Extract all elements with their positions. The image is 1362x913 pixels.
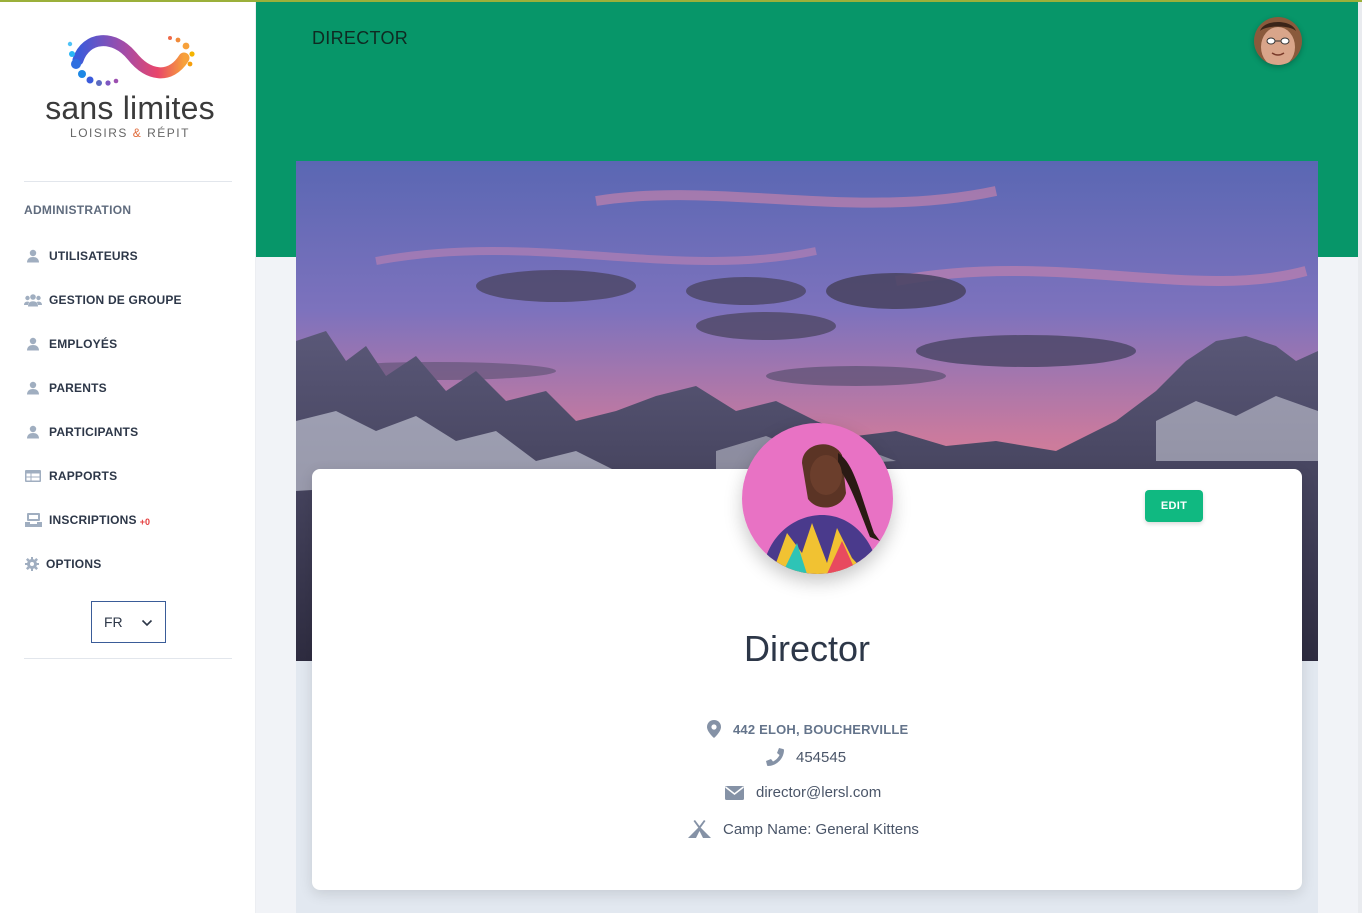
brand-name: sans limites xyxy=(45,90,215,126)
email-row: director@lersl.com xyxy=(725,784,881,801)
sidebar-item-gestion-de-groupe[interactable]: GESTION DE GROUPE xyxy=(24,289,182,311)
user-icon xyxy=(24,336,42,352)
camp-text: Camp Name: General Kittens xyxy=(723,820,919,838)
sidebar-item-label: PARTICIPANTS xyxy=(49,425,139,439)
page-scrollbar[interactable] xyxy=(1358,2,1362,913)
edit-profile-button[interactable]: EDIT xyxy=(1145,490,1203,522)
email-text: director@lersl.com xyxy=(756,784,882,801)
envelope-icon xyxy=(725,785,744,800)
sidebar-item-options[interactable]: OPTIONS xyxy=(24,553,101,575)
sidebar-item-parents[interactable]: PARENTS xyxy=(24,377,107,399)
brand-tagline-amp: & xyxy=(132,126,143,140)
inscriptions-count-badge: +0 xyxy=(139,517,151,527)
inbox-icon xyxy=(24,512,42,528)
sidebar-item-label: RAPPORTS xyxy=(49,469,118,483)
table-icon xyxy=(24,468,42,484)
sidebar-item-label: PARENTS xyxy=(49,381,107,395)
sidebar-item-rapports[interactable]: RAPPORTS xyxy=(24,465,117,487)
camp-row: Camp Name: General Kittens xyxy=(688,820,919,838)
tent-icon xyxy=(688,820,711,838)
sidebar-item-participants[interactable]: PARTICIPANTS xyxy=(24,421,138,443)
chevron-down-icon xyxy=(141,616,153,632)
sidebar-item-label: GESTION DE GROUPE xyxy=(49,293,182,307)
sidebar-item-label: UTILISATEURS xyxy=(49,249,138,263)
top-accent-line xyxy=(0,0,1362,2)
user-icon xyxy=(24,248,42,264)
phone-icon xyxy=(766,748,784,766)
phone-text: 454545 xyxy=(796,748,847,766)
logo-infinity-mark xyxy=(67,35,195,86)
profile-name: Director xyxy=(743,628,871,669)
user-icon xyxy=(24,380,42,396)
language-select-value: FR xyxy=(104,614,123,630)
sidebar: sans limites LOISIRS & RÉPIT ADMINISTRAT… xyxy=(0,0,256,913)
language-select[interactable]: FR xyxy=(91,601,166,643)
user-avatar-image xyxy=(1254,17,1302,65)
sidebar-item-inscriptions[interactable]: INSCRIPTIONS +0 xyxy=(24,509,150,531)
sidebar-item-label: INSCRIPTIONS xyxy=(49,513,137,527)
users-group-icon xyxy=(24,292,42,308)
user-avatar[interactable] xyxy=(1254,17,1302,65)
phone-row: 454545 xyxy=(766,748,846,766)
brand-tagline-part2: RÉPIT xyxy=(147,126,190,140)
brand-tagline: LOISIRS & RÉPIT xyxy=(30,126,230,140)
sidebar-item-label: EMPLOYÉS xyxy=(49,337,118,351)
sidebar-item-utilisateurs[interactable]: UTILISATEURS xyxy=(24,245,138,267)
sidebar-section-title: ADMINISTRATION xyxy=(24,203,132,217)
brand-logo[interactable]: sans limites LOISIRS & RÉPIT xyxy=(30,26,230,146)
user-icon xyxy=(24,424,42,440)
sidebar-divider-top xyxy=(24,181,232,182)
page-title: DIRECTOR xyxy=(312,28,409,48)
sidebar-item-label: OPTIONS xyxy=(46,557,102,571)
address-row: 442 ELOH, BOUCHERVILLE xyxy=(707,720,908,738)
sidebar-item-employes[interactable]: EMPLOYÉS xyxy=(24,333,117,355)
profile-photo xyxy=(742,423,893,574)
sidebar-divider-bottom xyxy=(24,658,232,659)
profile-photo-image xyxy=(742,423,893,574)
brand-tagline-part1: LOISIRS xyxy=(70,126,128,140)
address-text: 442 ELOH, BOUCHERVILLE xyxy=(733,721,909,737)
gear-icon xyxy=(24,556,39,572)
map-marker-icon xyxy=(707,720,721,738)
